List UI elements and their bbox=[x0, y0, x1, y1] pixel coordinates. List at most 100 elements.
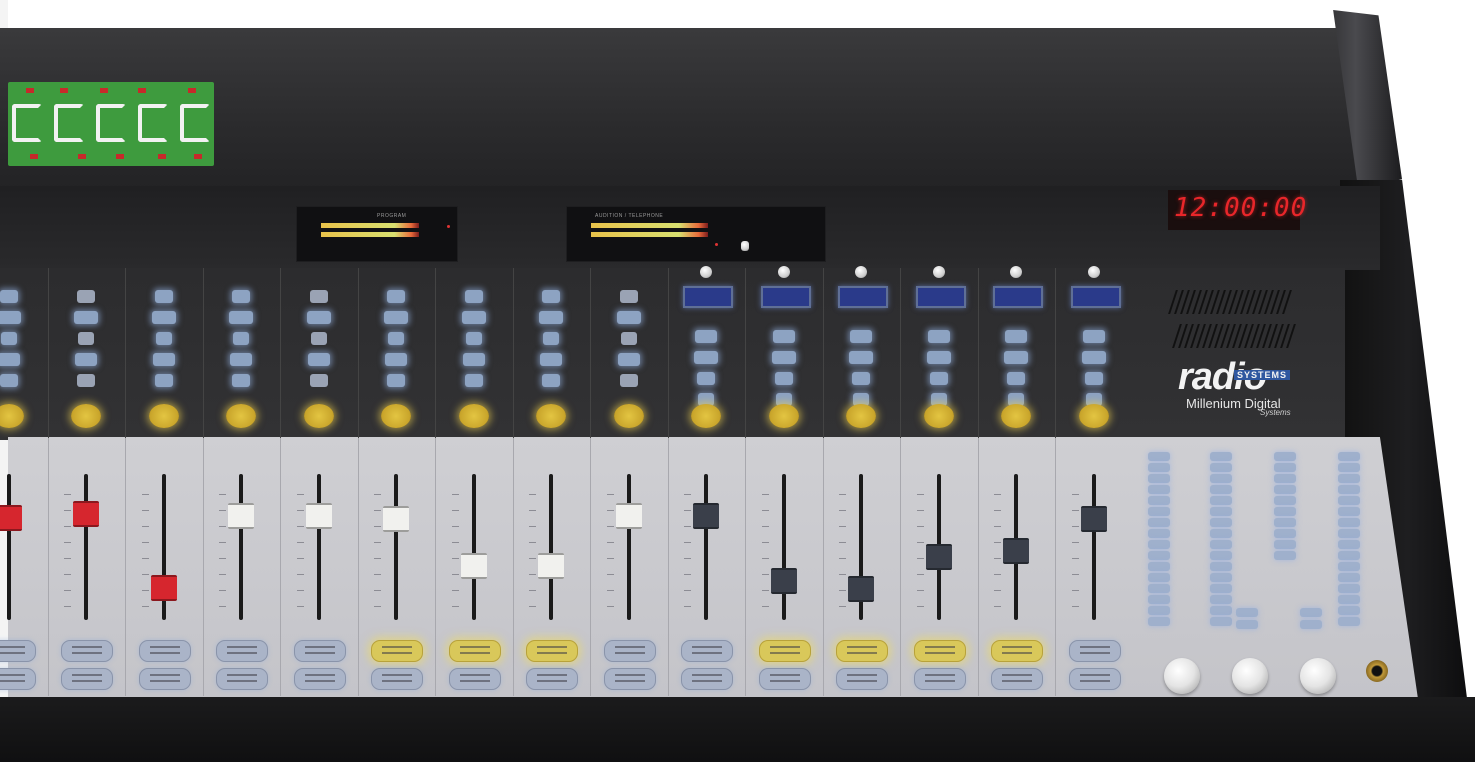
channel-button[interactable] bbox=[233, 332, 250, 345]
channel-on-button[interactable] bbox=[381, 404, 412, 428]
channel-button[interactable] bbox=[616, 311, 641, 324]
channel-off-pill-button[interactable] bbox=[293, 668, 346, 690]
channel-trim-knob[interactable] bbox=[855, 266, 868, 278]
channel-on-pill-button[interactable] bbox=[681, 640, 734, 662]
channel-fader[interactable] bbox=[460, 553, 487, 579]
channel-fader[interactable] bbox=[73, 501, 100, 527]
channel-on-pill-button[interactable] bbox=[216, 640, 269, 662]
channel-button[interactable] bbox=[77, 290, 96, 303]
channel-fader[interactable] bbox=[1003, 538, 1030, 564]
channel-fader[interactable] bbox=[848, 576, 875, 602]
master-bus-button[interactable] bbox=[1274, 518, 1296, 527]
master-bus-button[interactable] bbox=[1274, 540, 1296, 549]
channel-button[interactable] bbox=[232, 290, 251, 303]
channel-trim-knob[interactable] bbox=[1010, 266, 1023, 278]
master-bus-button[interactable] bbox=[1210, 617, 1232, 626]
channel-fader[interactable] bbox=[1080, 506, 1107, 532]
channel-button[interactable] bbox=[306, 311, 331, 324]
channel-on-pill-button[interactable] bbox=[913, 640, 966, 662]
master-bus-button[interactable] bbox=[1338, 452, 1360, 461]
channel-on-pill-button[interactable] bbox=[526, 640, 579, 662]
master-bus-button[interactable] bbox=[1338, 562, 1360, 571]
channel-button[interactable] bbox=[78, 332, 95, 345]
master-bus-button[interactable] bbox=[1274, 551, 1296, 560]
channel-button[interactable] bbox=[464, 374, 483, 387]
master-bus-button[interactable] bbox=[1148, 540, 1170, 549]
channel-button[interactable] bbox=[1007, 372, 1026, 385]
master-bus-button[interactable] bbox=[1210, 452, 1232, 461]
channel-button[interactable] bbox=[232, 374, 251, 387]
channel-on-button[interactable] bbox=[226, 404, 257, 428]
master-bus-button[interactable] bbox=[1148, 485, 1170, 494]
monitor-volume-knob[interactable] bbox=[1164, 658, 1200, 694]
channel-button[interactable] bbox=[387, 374, 406, 387]
master-bus-button[interactable] bbox=[1338, 573, 1360, 582]
channel-button[interactable] bbox=[464, 290, 483, 303]
master-bus-button[interactable] bbox=[1338, 551, 1360, 560]
channel-on-pill-button[interactable] bbox=[991, 640, 1044, 662]
master-bus-button[interactable] bbox=[1338, 540, 1360, 549]
channel-button[interactable] bbox=[384, 311, 409, 324]
channel-button[interactable] bbox=[0, 374, 18, 387]
channel-on-button[interactable] bbox=[0, 404, 24, 428]
channel-trim-knob[interactable] bbox=[932, 266, 945, 278]
channel-on-button[interactable] bbox=[923, 404, 954, 428]
channel-button[interactable] bbox=[309, 374, 328, 387]
channel-button[interactable] bbox=[852, 372, 871, 385]
master-bus-button[interactable] bbox=[1148, 595, 1170, 604]
channel-on-pill-button[interactable] bbox=[61, 640, 114, 662]
master-bus-button[interactable] bbox=[1274, 452, 1296, 461]
master-bus-button[interactable] bbox=[1338, 518, 1360, 527]
master-bus-button[interactable] bbox=[1210, 551, 1232, 560]
channel-button[interactable] bbox=[850, 330, 873, 343]
master-bus-button[interactable] bbox=[1274, 496, 1296, 505]
channel-button[interactable] bbox=[155, 332, 172, 345]
channel-button[interactable] bbox=[310, 332, 327, 345]
channel-button[interactable] bbox=[771, 351, 796, 364]
master-bus-button[interactable] bbox=[1148, 617, 1170, 626]
channel-button[interactable] bbox=[75, 353, 98, 366]
master-bus-button[interactable] bbox=[1338, 496, 1360, 505]
channel-fader[interactable] bbox=[693, 503, 720, 529]
master-bus-button[interactable] bbox=[1338, 474, 1360, 483]
channel-button[interactable] bbox=[230, 353, 253, 366]
channel-off-pill-button[interactable] bbox=[216, 668, 269, 690]
channel-button[interactable] bbox=[151, 311, 176, 324]
master-bus-button[interactable] bbox=[1148, 463, 1170, 472]
channel-button[interactable] bbox=[77, 374, 96, 387]
master-bus-button[interactable] bbox=[1274, 463, 1296, 472]
master-bus-button[interactable] bbox=[1274, 529, 1296, 538]
channel-off-pill-button[interactable] bbox=[61, 668, 114, 690]
channel-trim-knob[interactable] bbox=[777, 266, 790, 278]
channel-on-button[interactable] bbox=[846, 404, 877, 428]
channel-fader[interactable] bbox=[305, 503, 332, 529]
channel-button[interactable] bbox=[772, 330, 795, 343]
channel-on-pill-button[interactable] bbox=[603, 640, 656, 662]
channel-on-pill-button[interactable] bbox=[1068, 640, 1121, 662]
master-bus-button[interactable] bbox=[1148, 529, 1170, 538]
headphone-volume-knob[interactable] bbox=[1300, 658, 1336, 694]
channel-on-pill-button[interactable] bbox=[0, 640, 36, 662]
channel-button[interactable] bbox=[929, 372, 948, 385]
channel-button[interactable] bbox=[388, 332, 405, 345]
channel-on-button[interactable] bbox=[458, 404, 489, 428]
channel-trim-knob[interactable] bbox=[700, 266, 713, 278]
master-bus-button[interactable] bbox=[1338, 606, 1360, 615]
channel-button[interactable] bbox=[697, 372, 716, 385]
channel-button[interactable] bbox=[695, 330, 718, 343]
master-bus-button[interactable] bbox=[1338, 529, 1360, 538]
master-bus-button[interactable] bbox=[1338, 485, 1360, 494]
channel-on-button[interactable] bbox=[536, 404, 567, 428]
master-bus-button[interactable] bbox=[1148, 474, 1170, 483]
channel-button[interactable] bbox=[0, 311, 21, 324]
channel-button[interactable] bbox=[152, 353, 175, 366]
master-bus-button[interactable] bbox=[1148, 573, 1170, 582]
channel-on-button[interactable] bbox=[148, 404, 179, 428]
channel-button[interactable] bbox=[309, 290, 328, 303]
channel-button[interactable] bbox=[619, 290, 638, 303]
master-bus-button[interactable] bbox=[1210, 496, 1232, 505]
master-bus-button[interactable] bbox=[1210, 540, 1232, 549]
channel-button[interactable] bbox=[74, 311, 99, 324]
channel-off-pill-button[interactable] bbox=[913, 668, 966, 690]
channel-button[interactable] bbox=[1084, 372, 1103, 385]
